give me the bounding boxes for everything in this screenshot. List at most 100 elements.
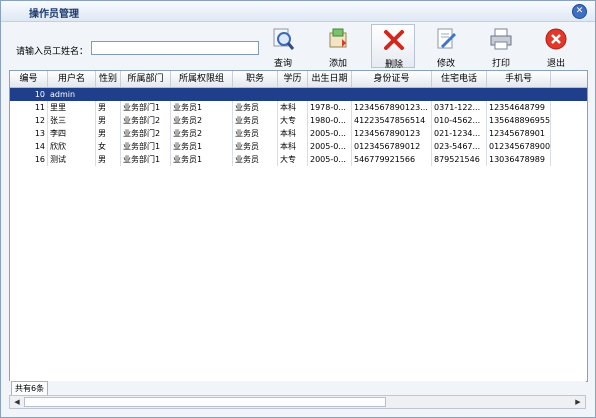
cell-gender (96, 88, 121, 101)
print-button[interactable]: 打印 (479, 24, 523, 69)
scroll-thumb[interactable] (24, 397, 386, 407)
table-row[interactable]: 11 里里男业务部门1 业务员1 业务员 本科 1978-0... 123456789012… (10, 101, 587, 114)
column-header-home-phone[interactable]: 住宅电话 (432, 71, 487, 87)
table-row[interactable]: 10 admin (10, 88, 587, 101)
cell-mobile (487, 88, 551, 101)
cell-id: 12 (10, 114, 48, 127)
cell-education: 本科 (278, 140, 308, 153)
column-header-username[interactable]: 用户名 (48, 71, 96, 87)
cell-permission-group: 业务员1 (171, 140, 233, 153)
edit-document-icon (437, 28, 457, 49)
table-row[interactable]: 16 测试男业务部门1 业务员1 业务员 大专 2005-0... 546779921566… (10, 153, 587, 166)
cell-gender: 男 (96, 101, 121, 114)
cell-position: 业务员 (233, 127, 278, 140)
cell-username: 欣欣 (48, 140, 96, 153)
cell-mobile: 135648896955 (489, 114, 551, 127)
cell-home-phone: 0371-122... (432, 101, 487, 114)
column-header-id[interactable]: 编号 (10, 71, 48, 87)
search-label: 请输入员工姓名： (16, 47, 89, 57)
cell-department: 业务部门1 (121, 153, 171, 166)
cell-education: 本科 (278, 101, 308, 114)
employee-name-input[interactable] (91, 41, 259, 55)
cell-permission-group (171, 88, 233, 101)
window-title: 操作员管理 (29, 9, 79, 20)
cell-department (121, 88, 171, 101)
scroll-right-icon[interactable]: ▶ (572, 397, 584, 407)
column-header-gender[interactable]: 性别 (96, 71, 121, 87)
cell-permission-group: 业务员2 (171, 114, 233, 127)
add-icon (329, 28, 347, 48)
column-header-mobile[interactable]: 手机号 (487, 71, 551, 87)
edit-button[interactable]: 修改 (424, 24, 468, 69)
cell-gender: 女 (96, 140, 121, 153)
column-header-permission-group[interactable]: 所属权限组 (171, 71, 233, 87)
toolbar: 请输入员工姓名： 查询 添加 删除 修改 打印 退出 (1, 22, 595, 70)
column-header-id-card[interactable]: 身份证号 (352, 71, 432, 87)
cell-position: 业务员 (233, 101, 278, 114)
cell-home-phone: 023-5467... (432, 140, 487, 153)
column-header-birth-date[interactable]: 出生日期 (308, 71, 352, 87)
cell-username: 里里 (48, 101, 96, 114)
record-count: 共有6条 (11, 381, 49, 396)
cell-education (278, 88, 308, 101)
exit-button[interactable]: 退出 (534, 24, 578, 69)
column-header-department[interactable]: 所属部门 (121, 71, 171, 87)
table-row[interactable]: 14 欣欣女业务部门1 业务员1 业务员 本科 2005-0... 012345678901… (10, 140, 587, 153)
cell-id-card: 1234567890123... (352, 101, 432, 114)
cell-department: 业务部门2 (121, 114, 171, 127)
cell-id: 11 (10, 101, 48, 114)
cell-id-card (352, 88, 432, 101)
add-label: 添加 (328, 59, 347, 69)
cell-username: 测试 (48, 153, 96, 166)
query-label: 查询 (273, 59, 292, 69)
cell-home-phone (432, 88, 487, 101)
cell-department: 业务部门2 (121, 127, 171, 140)
status-bar: 共有6条 (9, 381, 586, 396)
cell-education: 大专 (278, 114, 308, 127)
cell-position: 业务员 (233, 153, 278, 166)
printer-icon (490, 28, 512, 50)
cell-id: 10 (10, 88, 48, 101)
cell-mobile: 12354648799 (487, 101, 551, 114)
cell-username: admin (48, 88, 96, 101)
cell-id-card: 546779921566 (352, 153, 432, 166)
cell-id-card: 41223547856514 (352, 114, 432, 127)
cell-education: 大专 (278, 153, 308, 166)
cell-mobile: 13036478989 (487, 153, 551, 166)
cell-birth-date: 1980-0... (308, 114, 352, 127)
cell-birth-date: 2005-0... (308, 153, 352, 166)
title-bar: 操作员管理 ✕ (1, 1, 595, 22)
add-button[interactable]: 添加 (316, 24, 360, 69)
cell-department: 业务部门1 (121, 140, 171, 153)
cell-education: 本科 (278, 127, 308, 140)
red-x-icon (384, 30, 404, 50)
print-label: 打印 (491, 59, 510, 69)
cell-permission-group: 业务员1 (171, 101, 233, 114)
table-row[interactable]: 12 张三男业务部门2 业务员2 业务员 大专 1980-0... 412235478565… (10, 114, 587, 127)
cell-home-phone: 021-1234... (432, 127, 487, 140)
cell-id-card: 0123456789012 (352, 140, 432, 153)
cell-id: 14 (10, 140, 48, 153)
table-row[interactable]: 13 李四男业务部门2 业务员2 业务员 本科 2005-0... 123456789012… (10, 127, 587, 140)
cell-id-card: 1234567890123 (352, 127, 432, 140)
cell-position (233, 88, 278, 101)
cell-department: 业务部门1 (121, 101, 171, 114)
table-header: 编号 用户名 性别 所属部门 所属权限组 职务 学历 出生日期 身份证号 住宅电话 手机号 (10, 71, 587, 88)
cell-home-phone: 879521546 (432, 153, 487, 166)
cell-username: 李四 (48, 127, 96, 140)
cell-mobile: 12345678901 (487, 127, 551, 140)
cell-birth-date: 2005-0... (308, 127, 352, 140)
close-icon[interactable]: ✕ (572, 4, 587, 19)
horizontal-scrollbar[interactable]: ◀ ▶ (9, 395, 586, 409)
query-button[interactable]: 查询 (261, 24, 305, 69)
scroll-left-icon[interactable]: ◀ (11, 397, 23, 407)
cell-id: 13 (10, 127, 48, 140)
delete-button[interactable]: 删除 (371, 24, 415, 70)
cell-gender: 男 (96, 153, 121, 166)
cell-username: 张三 (48, 114, 96, 127)
cell-home-phone: 010-4562... (432, 114, 487, 127)
magnifier-icon (273, 28, 295, 50)
cell-gender: 男 (96, 114, 121, 127)
column-header-education[interactable]: 学历 (278, 71, 308, 87)
column-header-position[interactable]: 职务 (233, 71, 278, 87)
